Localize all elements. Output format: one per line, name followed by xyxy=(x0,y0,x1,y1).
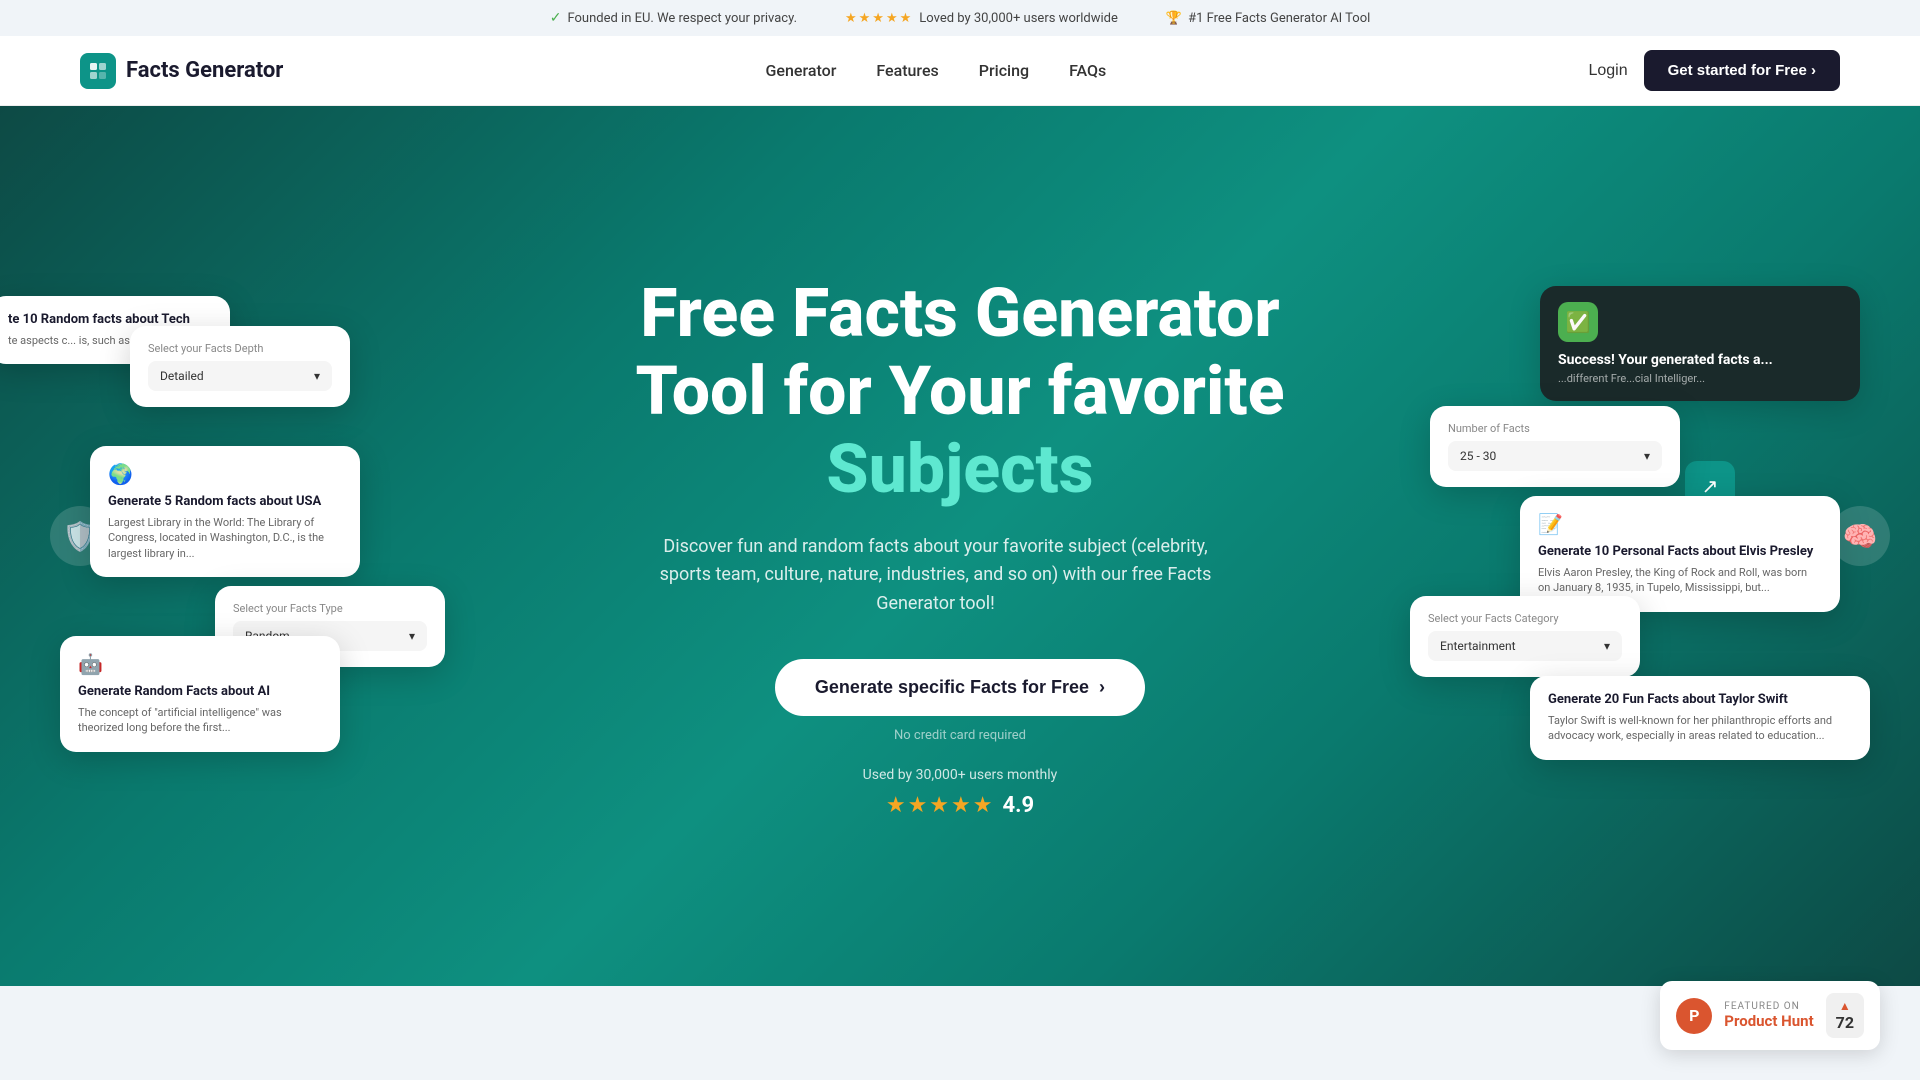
brain-decoration: 🧠 xyxy=(1830,506,1890,566)
rating: ★★★★★ 4.9 xyxy=(636,793,1285,818)
hero-title: Free Facts Generator Tool for Your favor… xyxy=(636,274,1285,509)
card-depth-select[interactable]: Detailed ▾ xyxy=(148,361,332,391)
card-category: Select your Facts Category Entertainment… xyxy=(1410,596,1640,677)
nav-features[interactable]: Features xyxy=(876,61,938,80)
rating-score: 4.9 xyxy=(1002,793,1034,818)
card-taylor-title: Generate 20 Fun Facts about Taylor Swift xyxy=(1548,692,1852,707)
card-ai-title: Generate Random Facts about AI xyxy=(78,684,322,699)
card-type-select[interactable]: Random ▾ xyxy=(233,621,427,651)
shield-decoration: 🛡️ xyxy=(50,506,110,566)
card-usa-title: Generate 5 Random facts about USA xyxy=(108,494,342,509)
top-banner: ✓ Founded in EU. We respect your privacy… xyxy=(0,0,1920,36)
product-hunt-logo: P xyxy=(1676,998,1712,1034)
card-numfacts: Number of Facts 25 - 30 ▾ xyxy=(1430,406,1680,487)
hero-description: Discover fun and random facts about your… xyxy=(636,533,1236,619)
card-depth-label: Select your Facts Depth xyxy=(148,342,332,355)
card-numfacts-label: Number of Facts xyxy=(1448,422,1662,435)
stars-icon: ★★★★★ xyxy=(845,11,913,26)
nav-generator[interactable]: Generator xyxy=(766,61,837,80)
hero-title-highlight: Subjects xyxy=(826,429,1093,509)
nav-right: Login Get started for Free › xyxy=(1588,50,1840,91)
logo-icon xyxy=(80,53,116,89)
card-partial-left: te 10 Random facts about Tech te aspects… xyxy=(0,296,230,364)
logo[interactable]: Facts Generator xyxy=(80,53,283,89)
card-partial-text: te aspects c... is, such as i... xyxy=(8,333,212,348)
card-success-sub: ...different Fre...cial Intelliger... xyxy=(1558,372,1842,385)
arrow-right-icon: › xyxy=(1099,677,1105,698)
card-ai: 🤖 Generate Random Facts about AI The con… xyxy=(60,636,340,752)
card-depth: Select your Facts Depth Detailed ▾ xyxy=(130,326,350,407)
card-usa-icon: 🌍 xyxy=(108,462,133,486)
card-numfacts-select[interactable]: 25 - 30 ▾ xyxy=(1448,441,1662,471)
no-credit-card-text: No credit card required xyxy=(636,728,1285,743)
card-type-label: Select your Facts Type xyxy=(233,602,427,615)
nav-links: Generator Features Pricing FAQs xyxy=(766,61,1107,80)
banner-privacy: ✓ Founded in EU. We respect your privacy… xyxy=(550,10,797,26)
chevron-down-icon: ▾ xyxy=(314,369,320,383)
card-usa-text: Largest Library in the World: The Librar… xyxy=(108,515,342,561)
chevron-down-icon-numfacts: ▾ xyxy=(1644,449,1650,463)
hero-section: te 10 Random facts about Tech te aspects… xyxy=(0,106,1920,986)
logo-text: Facts Generator xyxy=(126,58,283,83)
product-hunt-badge[interactable]: P FEATURED ON Product Hunt ▲ 72 xyxy=(1660,981,1880,1050)
trophy-icon: 🏆 xyxy=(1166,11,1182,26)
banner-loved: ★★★★★ Loved by 30,000+ users worldwide xyxy=(845,11,1118,26)
upvote-count: 72 xyxy=(1836,1013,1854,1032)
upvote-arrow-icon: ▲ xyxy=(1836,999,1854,1013)
card-ai-text: The concept of "artificial intelligence"… xyxy=(78,705,322,736)
generate-cta-button[interactable]: Generate specific Facts for Free › xyxy=(775,659,1145,716)
card-category-select[interactable]: Entertainment ▾ xyxy=(1428,631,1622,661)
nav-faqs[interactable]: FAQs xyxy=(1069,61,1106,80)
navbar: Facts Generator Generator Features Prici… xyxy=(0,36,1920,106)
card-elvis-text: Elvis Aaron Presley, the King of Rock an… xyxy=(1538,565,1822,596)
get-started-button[interactable]: Get started for Free › xyxy=(1644,50,1840,91)
arrow-decoration: ↗ xyxy=(1685,461,1735,511)
product-hunt-text: FEATURED ON Product Hunt xyxy=(1724,1001,1813,1030)
card-taylor: Generate 20 Fun Facts about Taylor Swift… xyxy=(1530,676,1870,760)
card-category-label: Select your Facts Category xyxy=(1428,612,1622,625)
card-usa: 🌍 Generate 5 Random facts about USA Larg… xyxy=(90,446,360,577)
product-hunt-name: Product Hunt xyxy=(1724,1012,1813,1030)
login-button[interactable]: Login xyxy=(1588,62,1627,80)
used-by-text: Used by 30,000+ users monthly xyxy=(636,767,1285,783)
card-type: Select your Facts Type Random ▾ xyxy=(215,586,445,667)
banner-top-tool: 🏆 #1 Free Facts Generator AI Tool xyxy=(1166,11,1370,26)
card-success-title: Success! Your generated facts a... xyxy=(1558,352,1842,368)
card-elvis: 📝 Generate 10 Personal Facts about Elvis… xyxy=(1520,496,1840,612)
card-success: ✅ Success! Your generated facts a... ...… xyxy=(1540,286,1860,401)
product-hunt-count: ▲ 72 xyxy=(1826,993,1864,1038)
rating-stars: ★★★★★ xyxy=(886,793,995,818)
shield-icon: ✓ xyxy=(550,10,562,26)
card-elvis-title: Generate 10 Personal Facts about Elvis P… xyxy=(1538,544,1822,559)
card-elvis-icon: 📝 xyxy=(1538,512,1563,536)
chevron-down-icon-type: ▾ xyxy=(409,629,415,643)
nav-pricing[interactable]: Pricing xyxy=(979,61,1029,80)
chevron-down-icon-category: ▾ xyxy=(1604,639,1610,653)
card-taylor-text: Taylor Swift is well-known for her phila… xyxy=(1548,713,1852,744)
hero-center: Free Facts Generator Tool for Your favor… xyxy=(636,274,1285,818)
product-hunt-featured-label: FEATURED ON xyxy=(1724,1001,1813,1012)
card-ai-icon: 🤖 xyxy=(78,652,103,676)
check-icon: ✅ xyxy=(1558,302,1598,342)
card-partial-title: te 10 Random facts about Tech xyxy=(8,312,212,327)
